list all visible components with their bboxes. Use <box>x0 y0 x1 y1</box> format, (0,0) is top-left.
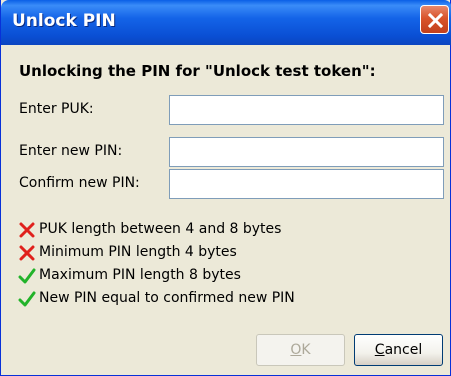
green-check-icon <box>18 268 36 284</box>
cancel-mnemonic: C <box>374 342 385 358</box>
confirm-pin-label: Confirm new PIN: <box>19 175 140 191</box>
green-check-icon <box>18 291 36 307</box>
title-bar[interactable]: Unlock PIN <box>1 0 451 45</box>
close-icon <box>427 12 444 29</box>
red-x-icon <box>19 245 35 261</box>
red-x-icon <box>19 222 35 238</box>
new-pin-label: Enter new PIN: <box>19 143 123 159</box>
confirm-pin-input[interactable] <box>169 169 444 199</box>
puk-label: Enter PUK: <box>19 101 94 117</box>
ok-label-rest: K <box>301 342 311 358</box>
cancel-button[interactable]: Cancel <box>354 334 443 366</box>
ok-button[interactable]: OK <box>256 334 345 366</box>
close-button[interactable] <box>420 5 449 34</box>
rule-text: New PIN equal to confirmed new PIN <box>39 290 295 306</box>
dialog-heading: Unlocking the PIN for "Unlock test token… <box>19 62 376 80</box>
unlock-pin-dialog: Unlock PIN Unlocking the PIN for "Unlock… <box>0 0 451 376</box>
ok-mnemonic: O <box>290 342 302 358</box>
rule-text: Minimum PIN length 4 bytes <box>39 244 237 260</box>
rule-text: Maximum PIN length 8 bytes <box>39 267 241 283</box>
rule-text: PUK length between 4 and 8 bytes <box>39 221 282 237</box>
cancel-label-rest: ancel <box>384 342 423 358</box>
new-pin-input[interactable] <box>169 137 444 167</box>
window-title: Unlock PIN <box>12 11 116 31</box>
puk-input[interactable] <box>169 95 444 125</box>
